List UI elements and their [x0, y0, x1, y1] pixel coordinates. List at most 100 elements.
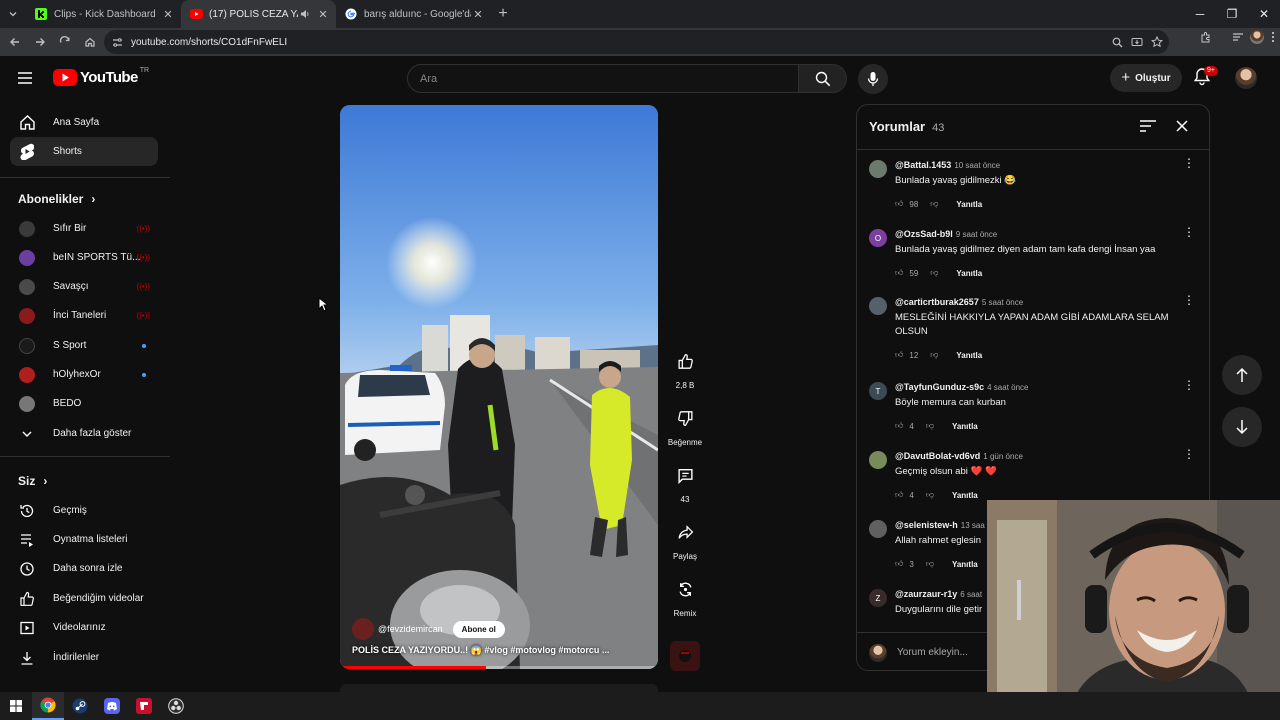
- sort-icon[interactable]: [1139, 119, 1157, 133]
- comment-more-icon[interactable]: ⋮: [1183, 226, 1195, 238]
- mute-tab-icon[interactable]: [298, 7, 312, 21]
- sidebar-item-watch-later[interactable]: Daha sonra izle: [10, 554, 158, 583]
- extensions-icon[interactable]: [1200, 31, 1212, 43]
- comment-dislike-icon[interactable]: 👎︎: [930, 350, 938, 360]
- tab-kick-dashboard[interactable]: Clips - Kick Dashboard ✕: [26, 0, 181, 28]
- short-title[interactable]: POLİS CEZA YAZIYORDU..! 😱 #vlog #motovlo…: [352, 645, 609, 656]
- close-window-icon[interactable]: ✕: [1248, 0, 1280, 28]
- comment-dislike-icon[interactable]: 👎︎: [930, 199, 938, 209]
- voice-search-button[interactable]: [858, 64, 888, 94]
- forward-icon[interactable]: [28, 30, 52, 54]
- site-info-icon[interactable]: [112, 37, 123, 48]
- comment-author[interactable]: @zaurzaur-r1y: [895, 589, 957, 599]
- dislike-button[interactable]: Beğenme: [666, 402, 704, 447]
- windows-start-icon[interactable]: [0, 692, 32, 720]
- new-tab-button[interactable]: +: [491, 2, 515, 26]
- create-button[interactable]: + Oluştur: [1110, 64, 1182, 92]
- sidebar-item-downloads[interactable]: İndirilenler: [10, 643, 158, 672]
- chrome-taskbar-icon[interactable]: [32, 692, 64, 720]
- reply-button[interactable]: Yanıtla: [956, 351, 982, 360]
- search-button[interactable]: [799, 64, 847, 93]
- comment-time[interactable]: 10 saat önce: [954, 161, 1000, 170]
- comment-author[interactable]: @TayfunGunduz-s9c: [895, 382, 984, 392]
- address-bar[interactable]: youtube.com/shorts/CO1dFnFwELI: [104, 30, 1169, 54]
- discord-taskbar-icon[interactable]: [96, 692, 128, 720]
- browser-menu-icon[interactable]: [1270, 31, 1276, 43]
- reload-icon[interactable]: [53, 30, 77, 54]
- comment-avatar[interactable]: [869, 160, 887, 178]
- comment-time[interactable]: 13 saa: [961, 521, 985, 530]
- install-app-icon[interactable]: [1131, 37, 1143, 48]
- comment-dislike-icon[interactable]: 👎︎: [926, 559, 934, 569]
- comment-more-icon[interactable]: ⋮: [1183, 157, 1195, 169]
- sidebar-subscription[interactable]: İnci Taneleri ((•)): [10, 301, 158, 330]
- subscriptions-heading[interactable]: Abonelikler ›: [18, 192, 95, 206]
- comment-dislike-icon[interactable]: 👎︎: [926, 421, 934, 431]
- sidebar-subscription[interactable]: S Sport: [10, 331, 158, 360]
- sidebar-item-history[interactable]: Geçmiş: [10, 496, 158, 525]
- home-browser-icon[interactable]: [78, 30, 102, 54]
- close-tab-icon[interactable]: ✕: [161, 7, 175, 21]
- close-tab-icon[interactable]: ✕: [471, 7, 485, 21]
- you-heading[interactable]: Siz ›: [18, 474, 47, 488]
- reply-button[interactable]: Yanıtla: [952, 422, 978, 431]
- account-avatar[interactable]: [1235, 67, 1257, 89]
- sidebar-item-shorts[interactable]: Shorts: [10, 137, 158, 166]
- comment-like-icon[interactable]: 👍︎: [895, 490, 903, 500]
- show-more-button[interactable]: Daha fazla göster: [10, 419, 158, 448]
- sidebar-subscription[interactable]: beIN SPORTS Tü... ((•)): [10, 243, 158, 272]
- reply-button[interactable]: Yanıtla: [956, 269, 982, 278]
- profile-avatar-icon[interactable]: [1250, 30, 1264, 44]
- subscribe-button[interactable]: Abone ol: [452, 620, 505, 638]
- comment-author[interactable]: @OzsSad-b9l: [895, 229, 953, 239]
- comment-time[interactable]: 9 saat önce: [956, 230, 997, 239]
- comment-like-icon[interactable]: 👍︎: [895, 421, 903, 431]
- share-button[interactable]: Paylaş: [666, 516, 704, 561]
- sidebar-subscription[interactable]: Sıfır Bir ((•)): [10, 214, 158, 243]
- previous-short-button[interactable]: [1222, 355, 1262, 395]
- short-video-player[interactable]: @fevzidemircan Abone ol POLİS CEZA YAZIY…: [340, 105, 658, 669]
- comment-dislike-icon[interactable]: 👎︎: [930, 268, 938, 278]
- menu-icon[interactable]: [16, 69, 34, 87]
- comment-more-icon[interactable]: ⋮: [1183, 448, 1195, 460]
- zoom-icon[interactable]: [1112, 37, 1123, 48]
- close-icon[interactable]: [1175, 119, 1189, 133]
- short-channel-avatar[interactable]: [352, 618, 374, 640]
- comment-avatar[interactable]: [869, 520, 887, 538]
- youtube-logo[interactable]: YouTube TR: [53, 67, 149, 86]
- like-button[interactable]: 2,8 B: [666, 345, 704, 390]
- tab-youtube-short[interactable]: (17) POLİS CEZA YAZIYORDU ✕: [181, 0, 336, 28]
- tab-search-button[interactable]: [0, 0, 26, 28]
- obs-taskbar-icon[interactable]: [160, 692, 192, 720]
- next-short-button[interactable]: [1222, 407, 1262, 447]
- comment-avatar[interactable]: Z: [869, 589, 887, 607]
- sidebar-subscription[interactable]: Savaşçı ((•)): [10, 272, 158, 301]
- comments-button[interactable]: 43: [666, 459, 704, 504]
- comment-time[interactable]: 1 gün önce: [983, 452, 1023, 461]
- comment-like-icon[interactable]: 👍︎: [895, 350, 903, 360]
- comment-author[interactable]: @Battal.1453: [895, 160, 951, 170]
- remix-button[interactable]: Remix: [666, 573, 704, 618]
- sidebar-item-home[interactable]: Ana Sayfa: [10, 108, 158, 137]
- sidebar-item-playlists[interactable]: Oynatma listeleri: [10, 525, 158, 554]
- comment-time[interactable]: 6 saat: [960, 590, 982, 599]
- reading-list-icon[interactable]: [1232, 31, 1244, 43]
- sidebar-item-your-videos[interactable]: Videolarınız: [10, 613, 158, 642]
- next-short-preview[interactable]: [340, 684, 658, 692]
- close-tab-icon[interactable]: ✕: [316, 7, 330, 21]
- short-channel-name[interactable]: @fevzidemircan: [378, 624, 443, 634]
- comment-like-icon[interactable]: 👍︎: [895, 559, 903, 569]
- comment-avatar[interactable]: [869, 451, 887, 469]
- video-progress-bar[interactable]: [340, 666, 658, 669]
- comment-like-icon[interactable]: 👍︎: [895, 268, 903, 278]
- search-input[interactable]: Ara: [407, 64, 799, 93]
- sidebar-subscription[interactable]: BEDO: [10, 389, 158, 418]
- minimize-icon[interactable]: ─: [1184, 0, 1216, 28]
- comment-avatar[interactable]: T: [869, 382, 887, 400]
- comment-dislike-icon[interactable]: 👎︎: [926, 490, 934, 500]
- sidebar-subscription[interactable]: hOlyhexOr: [10, 360, 158, 389]
- bookmark-star-icon[interactable]: [1151, 36, 1163, 48]
- reply-button[interactable]: Yanıtla: [952, 560, 978, 569]
- comment-author[interactable]: @carticrtburak2657: [895, 297, 979, 307]
- comment-time[interactable]: 4 saat önce: [987, 383, 1028, 392]
